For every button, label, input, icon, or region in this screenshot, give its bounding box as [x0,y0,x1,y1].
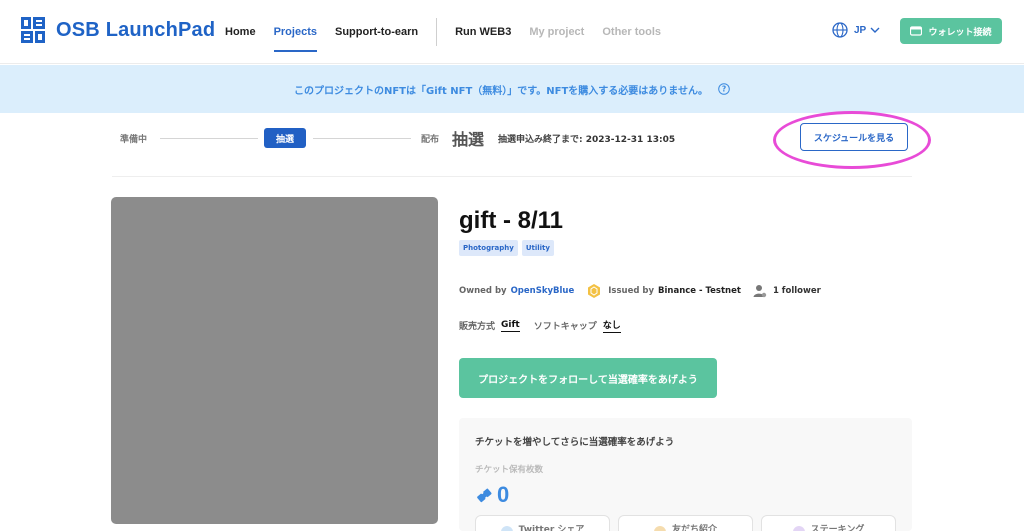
nav-run-web3[interactable]: Run WEB3 [455,0,511,64]
nav-my-project[interactable]: My project [529,0,584,64]
top-header: OSB LaunchPad Home Projects Support-to-e… [0,0,1024,64]
invite-friend-label: 友だち紹介 [671,525,717,531]
progress-line [313,138,411,139]
step-distribution: 配布 [421,135,440,145]
staking-button[interactable]: ステーキング [761,515,896,531]
deadline-label: 抽選申込み終了まで: [498,135,583,145]
twitter-icon [500,526,513,531]
language-label: JP [854,24,867,36]
friend-icon [653,526,666,531]
chain-name: Binance - Testnet [658,286,741,296]
svg-text:?: ? [722,85,726,94]
brand-name: OSB LaunchPad [56,18,216,41]
follow-project-button[interactable]: プロジェクトをフォローして当選確率をあげよう [459,358,717,398]
ticket-panel: チケットを増やしてさらに当選確率をあげよう チケット保有枚数 0 Twitter… [459,418,912,531]
highlight-annotation [773,111,931,169]
ticket-count: 0 [475,482,509,508]
nav-projects[interactable]: Projects [273,0,318,64]
soft-cap-label: ソフトキャップ [533,322,597,332]
owned-by-label: Owned by [459,286,507,296]
project-tags: Photography Utility [459,240,558,256]
help-icon[interactable]: ? [718,83,730,95]
tag-photography[interactable]: Photography [459,240,518,256]
ticket-count-value: 0 [497,482,510,507]
project-meta: Owned by OpenSkyBlue Issued by Binance -… [459,283,821,299]
follower-count: 1 follower [772,286,821,296]
logo[interactable]: OSB LaunchPad [20,16,215,44]
section-divider [112,176,912,177]
ticket-owned-label: チケット保有枚数 [475,465,544,475]
follower-icon [753,285,767,298]
issued-by-label: Issued by [608,286,655,296]
brand-logo-icon [21,17,45,43]
ticket-heading: チケットを増やしてさらに当選確率をあげよう [475,437,675,448]
globe-icon [832,22,848,38]
staking-icon [792,526,805,531]
staking-label: ステーキング [810,525,865,531]
language-selector[interactable]: JP [832,22,880,38]
nav-divider [436,18,438,46]
nav-home[interactable]: Home [225,0,256,64]
twitter-share-button[interactable]: Twitter シェア [475,515,610,531]
project-image [111,197,438,524]
chevron-down-icon [870,27,880,33]
gift-notice-banner: このプロジェクトのNFTは「Gift NFT（無料）」です。NFTを購入する必要… [0,65,1024,113]
step-lottery-active: 抽選 [264,128,306,148]
invite-friend-button[interactable]: 友だち紹介 [618,515,753,531]
binance-icon [588,284,601,298]
sale-method-label: 販売方式 [459,322,496,332]
progress-line [160,138,258,139]
notice-text: このプロジェクトのNFTは「Gift NFT（無料）」です。NFTを購入する必要… [293,85,708,97]
tag-utility[interactable]: Utility [521,240,554,256]
ticket-icon [477,488,492,503]
connect-wallet-label: ウォレット接続 [928,27,992,38]
project-title: gift - 8/11 [459,207,564,234]
current-phase: 抽選 [452,130,485,149]
twitter-share-label: Twitter シェア [518,525,585,531]
owner-link[interactable]: OpenSkyBlue [511,286,575,296]
soft-cap-value: なし [602,318,621,333]
deadline-value: 2023-12-31 13:05 [585,135,676,145]
sale-method-value: Gift [501,319,520,332]
connect-wallet-button[interactable]: ウォレット接続 [900,18,1002,44]
main-nav: Home Projects Support-to-earn Run WEB3 M… [225,0,679,64]
deadline-info: 抽選申込み終了まで: 2023-12-31 13:05 [498,132,675,145]
nav-support-to-earn[interactable]: Support-to-earn [335,0,418,64]
step-preparing: 準備中 [120,135,148,145]
sale-info: 販売方式 Gift ソフトキャップ なし [459,318,621,333]
nav-other-tools[interactable]: Other tools [602,0,661,64]
wallet-icon [910,26,923,36]
